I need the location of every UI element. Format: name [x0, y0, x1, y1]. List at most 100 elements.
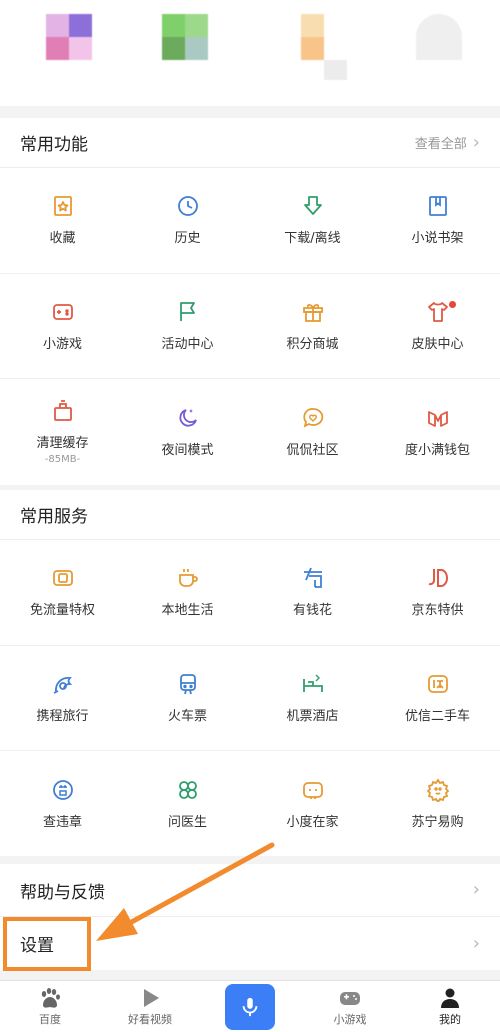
item-label: 机票酒店: [286, 708, 339, 724]
favorites-item[interactable]: 收藏: [0, 168, 125, 274]
flight-hotel-item[interactable]: 机票酒店: [250, 646, 375, 751]
night-mode-item[interactable]: 夜间模式: [125, 379, 250, 485]
item-label: 火车票: [167, 708, 207, 724]
clear-cache-item[interactable]: 清理缓存 -85MB-: [0, 379, 125, 485]
voice-search-button[interactable]: [225, 983, 275, 1030]
item-label: 查违章: [42, 814, 82, 830]
item-label: 携程旅行: [36, 708, 89, 724]
game-controller-icon: [52, 303, 73, 320]
user-profile-icon: [441, 988, 459, 1008]
nav-mine[interactable]: 我的: [400, 981, 500, 1032]
night-mode-icon: [178, 408, 197, 427]
section-title: 常用功能: [20, 135, 88, 155]
train-ticket-item[interactable]: 火车票: [125, 646, 250, 751]
local-life-item[interactable]: 本地生活: [125, 540, 250, 646]
help-feedback-label: 帮助与反馈: [20, 882, 105, 903]
view-all-label: 查看全部: [414, 137, 467, 152]
new-badge-dot: [449, 300, 456, 308]
item-label: 京东特供: [411, 603, 464, 619]
download-item[interactable]: 下载/离线: [250, 168, 375, 274]
community-item[interactable]: 侃侃社区: [250, 379, 375, 485]
traffic-violation-item[interactable]: 查违章: [0, 751, 125, 857]
nav-mini-games-label: 小游戏: [333, 1012, 367, 1026]
cleaner-icon: [53, 399, 72, 421]
chevron-right-icon: ›: [472, 932, 480, 954]
train-icon: [179, 673, 196, 694]
history-item[interactable]: 历史: [125, 168, 250, 274]
item-label: 本地生活: [161, 603, 214, 619]
common-services-grid: 免流量特权 本地生活 有钱花 京东特供 携程旅行 火车票 机票酒店 优信二手车 …: [0, 540, 500, 857]
section-title: 常用服务: [20, 507, 88, 527]
ctrip-dolphin-icon: [53, 676, 72, 694]
used-car-item[interactable]: 优信二手车: [375, 646, 500, 751]
item-label: 皮肤中心: [411, 336, 464, 352]
item-label: 夜间模式: [161, 442, 214, 458]
wallet-item[interactable]: 度小满钱包: [375, 379, 500, 485]
smart-speaker-icon: [302, 781, 323, 799]
ask-doctor-item[interactable]: 问医生: [125, 751, 250, 857]
blurred-avatar-1[interactable]: [46, 14, 92, 60]
nav-mini-games[interactable]: 小游戏: [300, 981, 400, 1032]
blurred-avatar-2[interactable]: [162, 14, 208, 60]
flag-icon: [179, 301, 195, 321]
coffee-cup-icon: [178, 569, 198, 588]
history-clock-icon: [177, 196, 198, 217]
jd-logo-icon: [428, 569, 448, 588]
baidu-paw-icon: [41, 987, 60, 1008]
download-icon: [303, 196, 322, 216]
item-label: 侃侃社区: [286, 442, 339, 458]
item-label: 清理缓存: [36, 435, 89, 451]
free-data-icon: [52, 570, 73, 587]
free-data-item[interactable]: 免流量特权: [0, 540, 125, 646]
community-chat-icon: [302, 407, 323, 428]
blurred-avatar-3[interactable]: [301, 14, 347, 80]
gamepad-icon: [340, 991, 360, 1005]
points-mall-item[interactable]: 积分商城: [250, 274, 375, 379]
nav-home[interactable]: 百度: [0, 981, 100, 1032]
xiaodu-item[interactable]: 小度在家: [250, 751, 375, 857]
item-label: 度小满钱包: [404, 442, 470, 458]
microphone-icon: [242, 997, 258, 1016]
nav-voice-search[interactable]: [200, 981, 300, 1032]
tshirt-icon: [427, 301, 448, 322]
blurred-avatar-4[interactable]: [416, 14, 462, 60]
wallet-icon: [427, 410, 448, 427]
play-icon: [144, 988, 159, 1007]
hotel-bed-icon: [302, 674, 323, 692]
common-services-header: 常用服务: [0, 490, 500, 540]
used-car-icon: [427, 674, 448, 693]
youqianhua-item[interactable]: 有钱花: [250, 540, 375, 646]
account-shortcut-strip: [0, 0, 500, 106]
settings-highlight-box: [3, 917, 91, 971]
item-label: 历史: [174, 231, 201, 247]
item-label: 活动中心: [161, 336, 214, 352]
chevron-right-icon: ›: [472, 131, 480, 153]
doctor-clover-icon: [178, 780, 197, 799]
item-label: 积分商城: [286, 336, 339, 352]
item-label: 下载/离线: [284, 231, 341, 247]
favorites-icon: [53, 196, 72, 217]
item-label: 小度在家: [286, 814, 339, 830]
item-label: 问医生: [167, 814, 207, 830]
common-services-card: 常用服务 免流量特权 本地生活 有钱花 京东特供 携程旅行 火车票 机票酒店 优…: [0, 490, 500, 856]
view-all-link[interactable]: 查看全部 ›: [415, 133, 480, 152]
skin-center-item[interactable]: 皮肤中心: [375, 274, 500, 379]
suning-lion-icon: [426, 778, 449, 802]
suning-item[interactable]: 苏宁易购: [375, 751, 500, 857]
item-label: 收藏: [49, 231, 76, 247]
item-label: 优信二手车: [404, 708, 470, 724]
bookshelf-item[interactable]: 小说书架: [375, 168, 500, 274]
nav-videos[interactable]: 好看视频: [100, 981, 200, 1032]
mini-games-item[interactable]: 小游戏: [0, 274, 125, 379]
jd-item[interactable]: 京东特供: [375, 540, 500, 646]
item-label: 小说书架: [411, 231, 464, 247]
help-feedback-row[interactable]: 帮助与反馈 ›: [0, 864, 500, 917]
item-label: 小游戏: [42, 336, 82, 352]
ctrip-item[interactable]: 携程旅行: [0, 646, 125, 751]
item-label: 苏宁易购: [411, 814, 464, 830]
common-functions-card: 常用功能 查看全部 › 收藏 历史 下载/离线 小说书架 小游戏 活动中心 积分…: [0, 118, 500, 485]
gift-icon: [302, 303, 323, 322]
activity-center-item[interactable]: 活动中心: [125, 274, 250, 379]
traffic-violation-icon: [52, 779, 73, 800]
common-functions-grid: 收藏 历史 下载/离线 小说书架 小游戏 活动中心 积分商城 皮肤中心 清理缓存…: [0, 168, 500, 485]
